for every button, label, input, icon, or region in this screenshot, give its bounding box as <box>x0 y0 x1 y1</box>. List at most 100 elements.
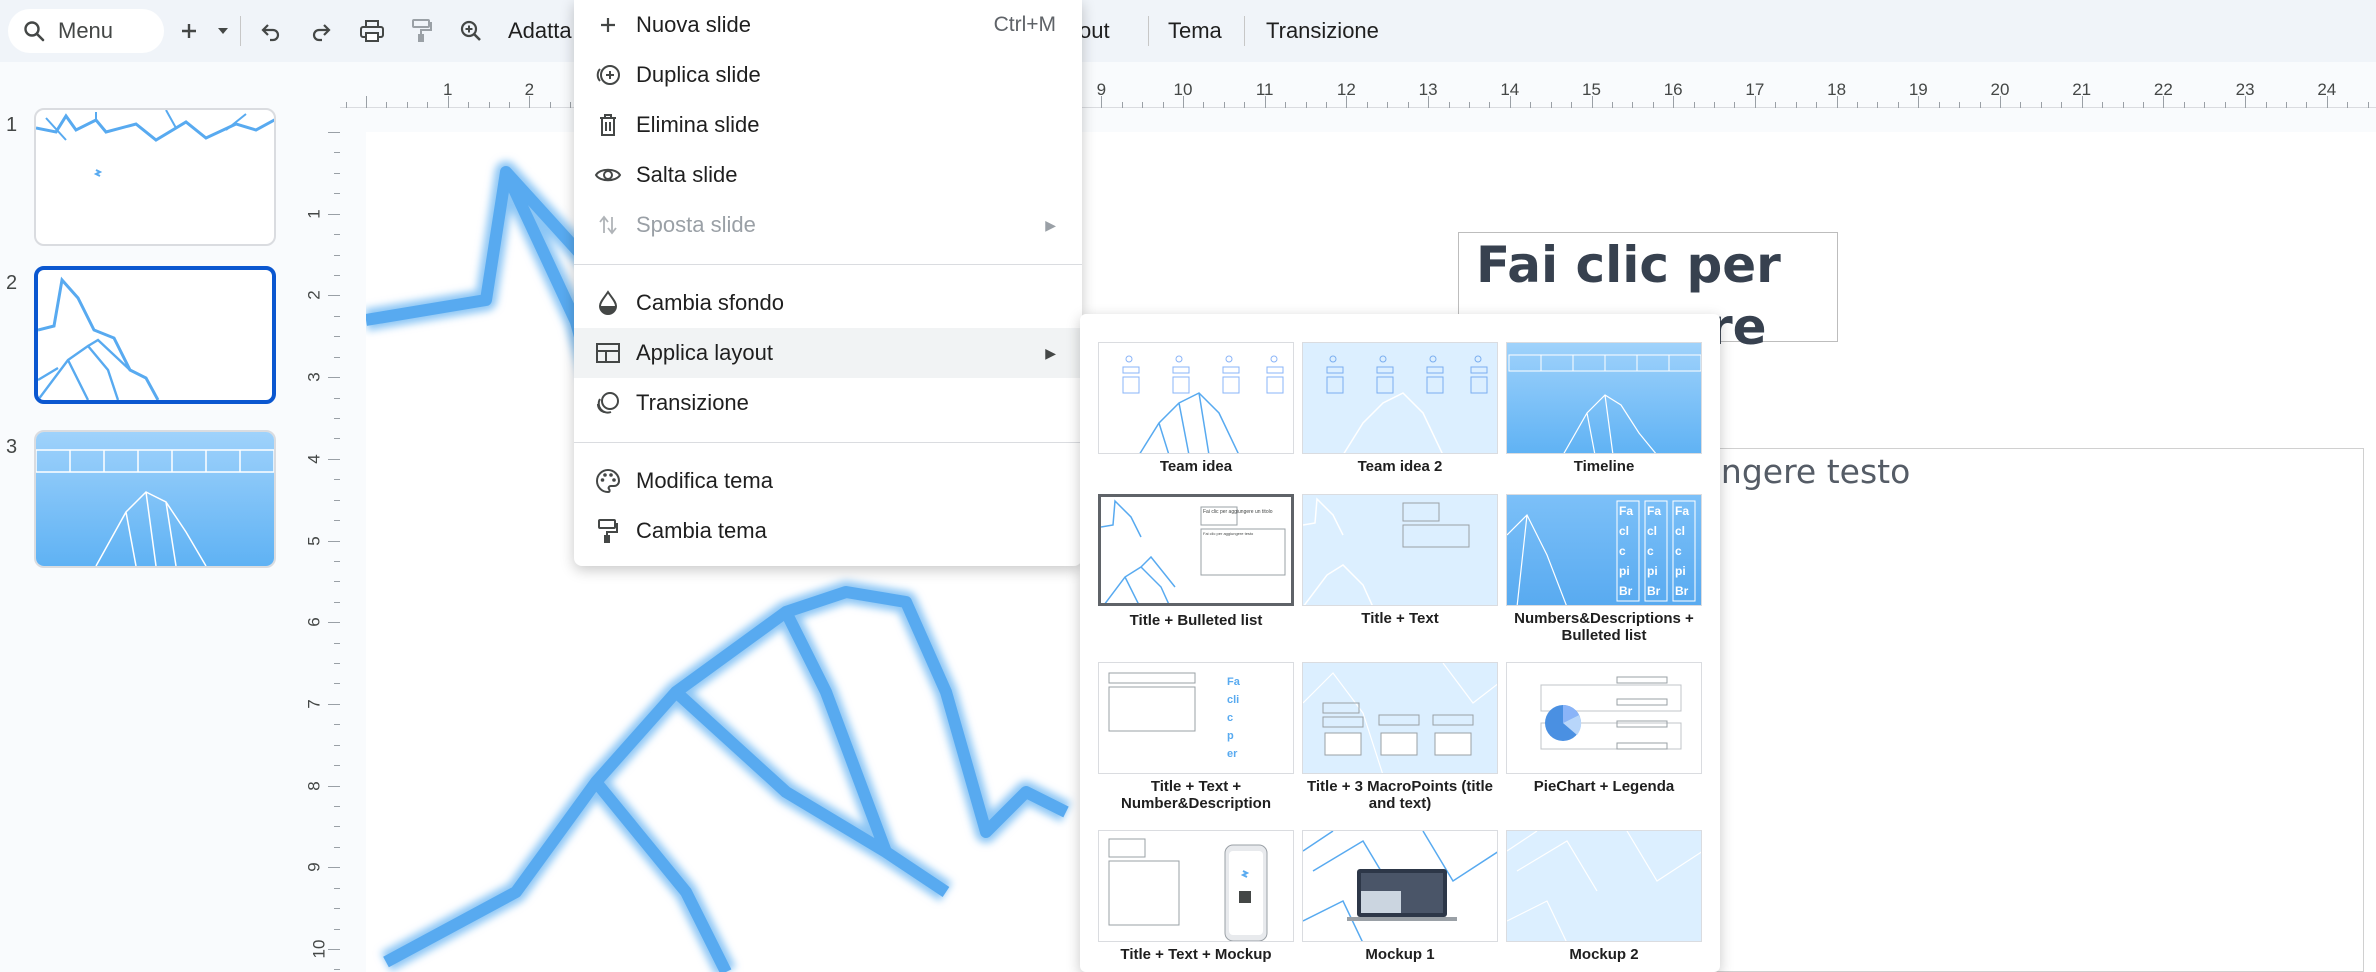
duplicate-icon <box>594 61 622 89</box>
svg-text:c: c <box>1647 544 1654 558</box>
caret-down-icon <box>218 28 228 34</box>
ruler-tick <box>334 274 340 276</box>
ruler-tick <box>334 601 340 603</box>
ruler-tick <box>328 949 340 950</box>
eye-icon <box>594 161 622 189</box>
ruler-tick <box>1387 102 1389 108</box>
ruler-tick <box>2224 102 2226 108</box>
ruler-tick <box>2285 102 2287 108</box>
ruler-tick <box>2265 102 2267 108</box>
ruler-tick <box>1816 102 1818 108</box>
ruler-tick <box>2040 102 2042 108</box>
menu-item-move-slide[interactable]: Sposta slide ▶ <box>574 200 1082 250</box>
ruler-tick <box>328 622 340 624</box>
layout-preview: Fa cli c p er <box>1098 662 1294 774</box>
ruler-tick <box>334 336 340 338</box>
menu-item-edit-theme[interactable]: Modifica tema <box>574 456 1082 506</box>
ruler-number: 2 <box>304 290 324 301</box>
ruler-tick <box>334 193 340 195</box>
plus-icon <box>594 11 622 39</box>
ruler-number: 4 <box>304 454 324 464</box>
svg-text:c: c <box>1619 544 1626 558</box>
slide-thumbnail-2[interactable] <box>34 266 276 404</box>
print-button[interactable] <box>356 14 388 48</box>
menu-item-shortcut: Ctrl+M <box>993 13 1056 36</box>
menu-item-change-background[interactable]: Cambia sfondo <box>574 278 1082 328</box>
vertical-ruler[interactable]: 1 2 3 4 5 6 7 8 9 10 <box>300 110 340 972</box>
menu-item-duplicate-slide[interactable]: Duplica slide <box>574 50 1082 100</box>
ruler-tick <box>2347 102 2349 108</box>
menu-item-delete-slide[interactable]: Elimina slide <box>574 100 1082 150</box>
ruler-tick <box>328 377 340 379</box>
ruler-tick <box>1611 102 1613 108</box>
ruler-number: 3 <box>304 372 324 382</box>
ruler-number: 10 <box>1173 80 1193 99</box>
ruler-tick <box>334 683 340 685</box>
zoom-button[interactable] <box>456 14 486 48</box>
svg-text:c: c <box>1675 544 1682 558</box>
menu-item-apply-layout[interactable]: Applica layout ▶ <box>574 328 1082 378</box>
layout-preview <box>1098 342 1294 454</box>
ruler-number: 9 <box>304 862 324 873</box>
ruler-tick <box>334 765 340 767</box>
redo-icon <box>312 24 331 42</box>
ruler-tick <box>328 867 340 869</box>
ruler-tick <box>468 102 470 108</box>
plus-icon <box>182 24 196 38</box>
ruler-tick <box>1366 102 1368 108</box>
zoom-fit-label[interactable]: Adatta <box>508 18 572 44</box>
layout-preview: Fa Fa Fa cl cl cl c c c pi pi pi Br Br Br <box>1506 494 1702 606</box>
menu-item-label: Cambia sfondo <box>636 290 784 315</box>
tab-transition[interactable]: Transizione <box>1266 18 1379 44</box>
body-placeholder-text: ungere testo <box>1700 452 1911 491</box>
ruler-tick <box>2183 102 2185 108</box>
ruler-tick <box>334 438 340 440</box>
ruler-tick <box>334 397 340 399</box>
menu-item-new-slide[interactable]: Nuova slide Ctrl+M <box>574 0 1082 50</box>
new-slide-button[interactable] <box>176 14 202 48</box>
layout-preview <box>1098 830 1294 942</box>
svg-text:pi: pi <box>1619 564 1630 578</box>
layout-name-line-1: Title + 3 MacroPoints (title <box>1306 778 1493 795</box>
svg-text:cli: cli <box>1227 694 1239 706</box>
ruler-tick <box>2142 102 2144 108</box>
ruler-tick <box>334 417 340 419</box>
move-icon <box>594 211 622 239</box>
undo-button[interactable] <box>256 14 286 48</box>
menu-item-change-theme[interactable]: Cambia tema <box>574 506 1082 556</box>
menu-item-transition[interactable]: Transizione <box>574 378 1082 428</box>
ruler-number: 12 <box>1336 80 1356 99</box>
paint-format-button[interactable] <box>406 14 436 48</box>
preview-title-text: Fai clic per aggiungere un titolo <box>1203 509 1273 515</box>
toolbar-divider <box>240 16 241 46</box>
ruler-number: 19 <box>1908 80 1928 99</box>
redo-button[interactable] <box>306 14 336 48</box>
layout-name-line-1: Numbers&Descriptions + <box>1514 610 1694 627</box>
tab-theme[interactable]: Tema <box>1168 18 1222 44</box>
ruler-tick <box>1407 102 1409 108</box>
menu-item-skip-slide[interactable]: Salta slide <box>574 150 1082 200</box>
layout-name-line-2: and text) <box>1368 795 1432 812</box>
ruler-tick <box>334 887 340 889</box>
layout-preview <box>1302 342 1498 454</box>
ruler-tick <box>334 908 340 910</box>
slide-thumbnail-3[interactable] <box>34 430 276 568</box>
ruler-tick <box>334 172 340 174</box>
ruler-tick <box>1530 102 1532 108</box>
ruler-tick <box>328 703 340 705</box>
ruler-tick <box>549 102 551 108</box>
ruler-tick <box>334 254 340 256</box>
ruler-tick <box>1203 102 1205 108</box>
ruler-tick <box>1223 102 1225 108</box>
layout-preview <box>1506 830 1702 942</box>
menu-search-button[interactable]: Menu <box>8 9 164 53</box>
slide-thumbnail-1[interactable] <box>34 108 276 246</box>
layout-name: Title + Text + Mockup <box>1120 946 1272 963</box>
new-slide-dropdown[interactable] <box>212 14 234 48</box>
svg-text:Fa: Fa <box>1227 676 1241 688</box>
menu-divider <box>574 442 1082 443</box>
ruler-tick <box>334 560 340 562</box>
layout-preview <box>1506 342 1702 454</box>
layouts-submenu: Team idea Team idea 2 Timeline Fai clic … <box>1080 314 1720 972</box>
background-icon <box>594 289 622 317</box>
